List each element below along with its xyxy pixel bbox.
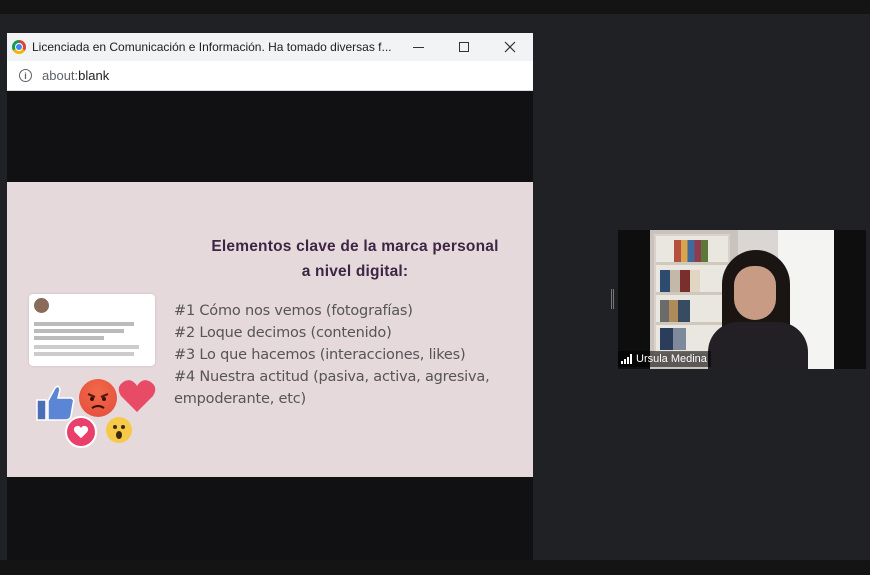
maximize-icon [459, 42, 469, 52]
participant-video[interactable]: Ursula Medina [618, 230, 866, 369]
list-item: #3 Lo que hacemos (interacciones, likes) [174, 347, 466, 363]
wow-emoji-icon [106, 417, 132, 443]
info-icon[interactable]: i [19, 69, 32, 82]
browser-titlebar[interactable]: Licenciada en Comunicación e Información… [7, 33, 533, 61]
bottom-bar [0, 560, 870, 575]
top-bar [0, 0, 870, 14]
thumbs-up-icon [36, 385, 75, 421]
participant-name-tag: Ursula Medina [618, 351, 711, 367]
list-item: #2 Loque decimos (contenido) [174, 325, 392, 341]
minimize-icon [412, 46, 424, 48]
books [660, 328, 686, 350]
heart-icon [118, 380, 156, 412]
participant-name: Ursula Medina [636, 353, 707, 365]
books [674, 240, 708, 262]
angry-emoji-icon [79, 379, 117, 417]
signal-strength-icon [621, 354, 632, 364]
presentation-slide: Elementos clave de la marca personal a n… [7, 182, 533, 477]
minimize-button[interactable] [395, 33, 441, 61]
tweet-card-image [29, 294, 155, 366]
maximize-button[interactable] [441, 33, 487, 61]
tweet-body [34, 320, 152, 359]
shelf [656, 262, 728, 265]
window-title: Licenciada en Comunicación e Información… [32, 40, 392, 54]
chrome-icon [12, 40, 26, 54]
list-item: #1 Cómo nos vemos (fotografías) [174, 303, 413, 319]
meeting-screen: Licenciada en Comunicación e Información… [0, 0, 870, 575]
slide-title: Elementos clave de la marca personal a n… [211, 238, 499, 280]
avatar [34, 298, 49, 313]
url-text[interactable]: about:blank [42, 68, 109, 83]
close-button[interactable] [487, 33, 533, 61]
splitter-handle[interactable] [611, 289, 614, 309]
address-bar[interactable]: i about:blank [7, 61, 533, 91]
shelf [656, 322, 728, 325]
person-body [708, 322, 808, 369]
person-face [734, 266, 776, 320]
love-reaction-icon [65, 416, 97, 448]
books [660, 300, 690, 322]
slide-list: #1 Cómo nos vemos (fotografías) #2 Loque… [174, 300, 524, 410]
shelf [656, 292, 728, 295]
list-item: #4 Nuestra actitud (pasiva, activa, agre… [174, 369, 490, 407]
books [660, 270, 700, 292]
close-icon [504, 41, 516, 53]
